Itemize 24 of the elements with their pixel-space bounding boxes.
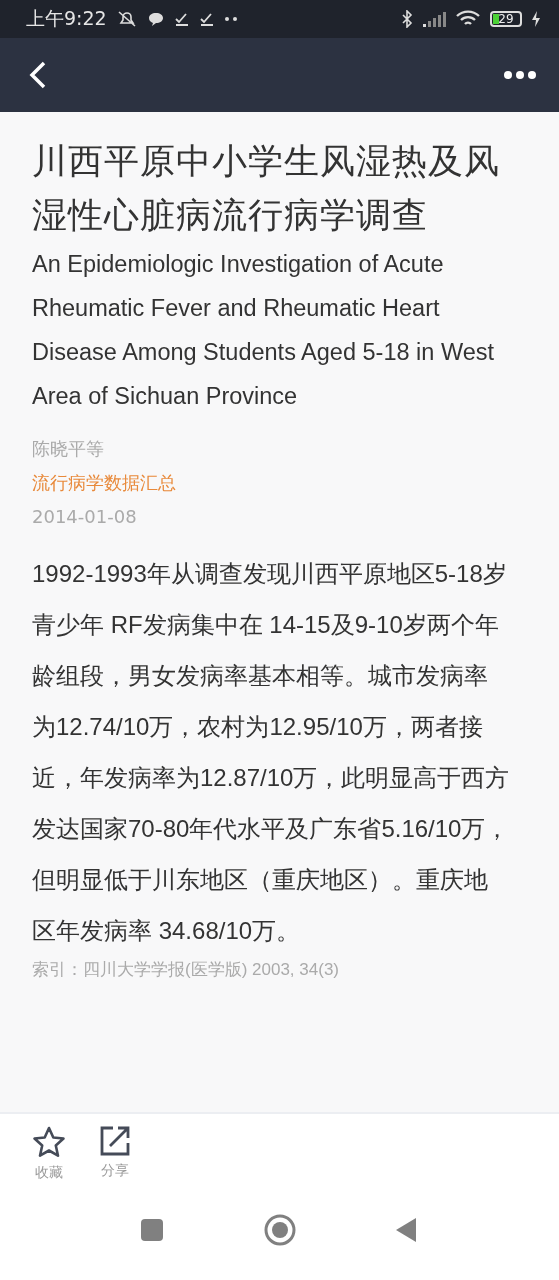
- signal-icon: [422, 10, 446, 28]
- source-link[interactable]: 流行病学数据汇总: [32, 466, 527, 500]
- charging-icon: [531, 11, 541, 27]
- favorite-button[interactable]: 收藏: [32, 1126, 66, 1200]
- share-icon: [100, 1126, 130, 1156]
- more-dots-icon: [223, 16, 238, 22]
- bluetooth-icon: [401, 10, 413, 28]
- article-text: 1992-1993年从调查发现川西平原地区5-18岁青少年 RF发病集中在 14-15及9-10岁两个年龄组段，男女发病率基本相等。城市发病率为12.74/10万，农村为12.95/10万，两者接近，年发病率为12.87/10万，此明显高于西方发达国家70-80年代水平及广东省5.16/10万，但明显低于川东地区（重庆地区）。重庆地区年发病率 34.68/10万。: [32, 559, 510, 946]
- publish-date: 2014-01-08: [32, 505, 138, 529]
- square-button-icon[interactable]: [140, 1218, 164, 1242]
- back-button-icon[interactable]: [395, 1217, 417, 1243]
- author-name: 陈晓平等: [32, 437, 105, 461]
- check-icon: [198, 11, 215, 27]
- battery-icon: 29: [490, 11, 522, 27]
- chat-bubble-icon: [146, 11, 165, 27]
- citation-text: 索引：四川大学学报(医学版) 2003, 34(3): [32, 959, 340, 981]
- share-button[interactable]: 分享: [100, 1126, 130, 1200]
- home-button-icon[interactable]: [263, 1214, 296, 1246]
- article-title: 川西平原中小学生风湿热及风湿性心脏病流行病学调查: [32, 140, 501, 237]
- more-icon[interactable]: [503, 70, 537, 80]
- clock-time: 上午9:22: [26, 6, 107, 31]
- english-title: An Epidemiologic Investigation of Acute Rheumatic Fever and Rheumatic Heart Disease Among Students Aged 5-18 in West Area of Sichuan Province: [32, 250, 495, 411]
- check-icon: [173, 11, 190, 27]
- star-icon: [32, 1126, 66, 1158]
